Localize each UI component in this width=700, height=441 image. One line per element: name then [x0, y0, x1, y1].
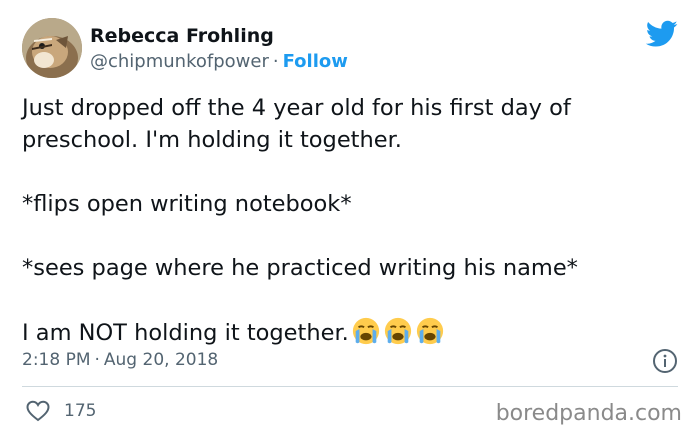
heart-icon[interactable]: [26, 400, 50, 422]
handle-separator: ·: [272, 51, 279, 72]
info-icon[interactable]: [652, 348, 678, 374]
divider: [22, 386, 678, 387]
chipmunk-avatar-icon: [22, 18, 82, 78]
tweet-line-2: *flips open writing notebook*: [22, 191, 352, 217]
tweet-line-4: I am NOT holding it together.: [22, 320, 349, 346]
tweet-line-3: *sees page where he practiced writing hi…: [22, 255, 578, 281]
loudly-crying-face-emoji-icon: [415, 316, 445, 346]
tweet-timestamp[interactable]: 2:18 PM · Aug 20, 2018: [22, 348, 218, 372]
loudly-crying-face-emoji-icon: [383, 316, 413, 346]
author-handle-row: @chipmunkofpower · Follow: [90, 50, 348, 74]
loudly-crying-face-emoji-icon: [351, 316, 381, 346]
timestamp-separator: ·: [94, 350, 100, 370]
tweet-card: Rebecca Frohling @chipmunkofpower · Follow…: [0, 0, 700, 441]
tweet-line-1: Just dropped off the 4 year old for his …: [22, 95, 571, 153]
twitter-bird-icon[interactable]: [646, 20, 678, 48]
follow-button[interactable]: Follow: [283, 51, 348, 72]
tweet-date: Aug 20, 2018: [103, 350, 219, 370]
author-display-name[interactable]: Rebecca Frohling: [90, 24, 274, 48]
tweet-line-4-wrap: I am NOT holding it together.: [22, 316, 682, 349]
avatar[interactable]: [22, 18, 82, 78]
author-handle[interactable]: @chipmunkofpower: [90, 51, 269, 72]
watermark-text: boredpanda.com: [495, 401, 682, 426]
like-count: 175: [64, 401, 97, 421]
tweet-time: 2:18 PM: [22, 350, 91, 370]
tweet-text: Just dropped off the 4 year old for his …: [22, 92, 682, 349]
